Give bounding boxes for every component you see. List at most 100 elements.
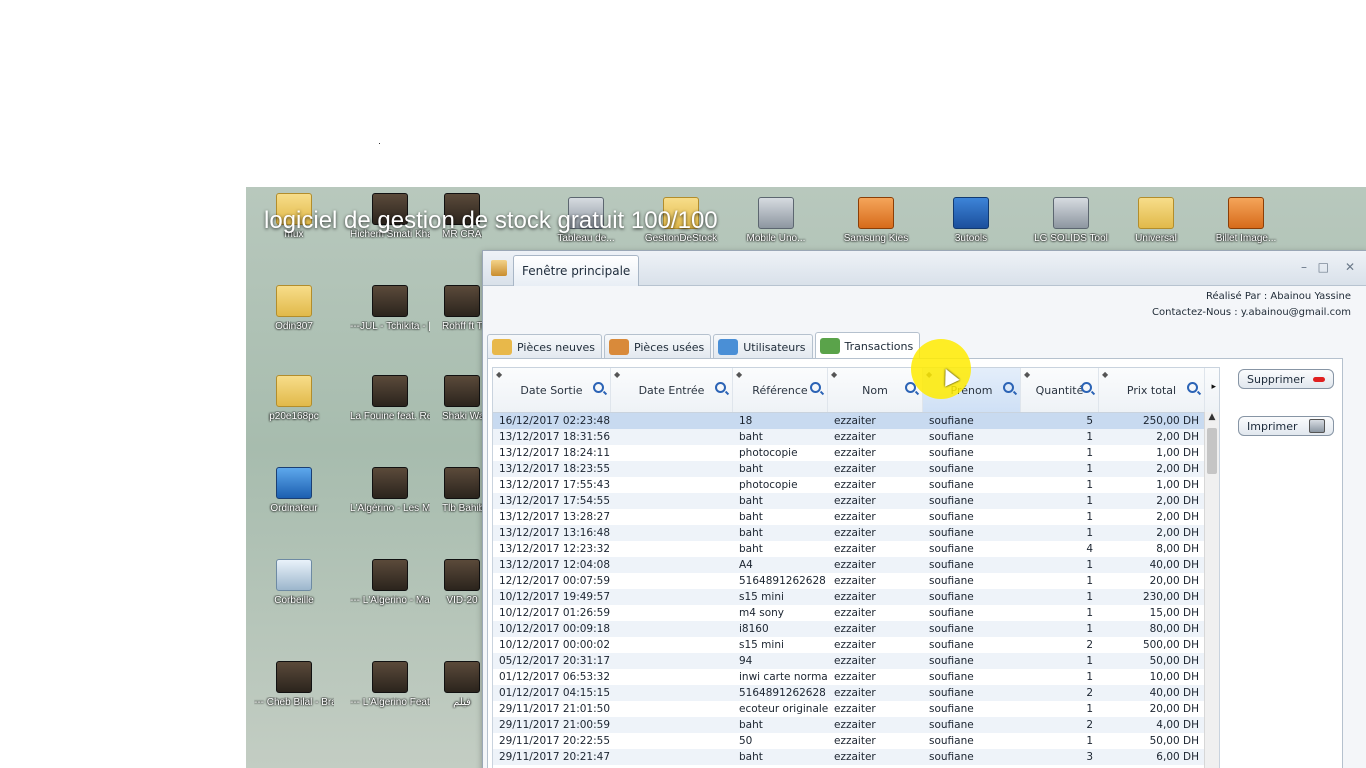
desktop-icon[interactable]: Ordinateur [254, 467, 334, 515]
table-cell [611, 493, 733, 509]
maximize-button[interactable]: □ [1318, 260, 1329, 274]
table-row[interactable]: 05/12/2017 20:31:17 94 ezzaiter soufiane 1 50… [493, 653, 1219, 669]
column-header[interactable]: ◆ Nom [828, 368, 923, 412]
table-row[interactable]: 13/12/2017 12:23:32 baht ezzaiter soufiane 4… [493, 541, 1219, 557]
desktop-icon[interactable]: VID-20 [442, 559, 482, 607]
table-cell: soufiane [929, 447, 974, 459]
table-cell: 1 [1086, 511, 1093, 523]
desktop-icon[interactable]: Shaki Waka [442, 375, 482, 423]
table-cell [611, 637, 733, 653]
column-header[interactable]: ◆ Référence [733, 368, 828, 412]
desktop-icon-label: 3utools [954, 233, 988, 244]
desktop-icon[interactable]: p20e168pc [254, 375, 334, 423]
column-header[interactable]: ◆ Date Sortie [493, 368, 611, 412]
desktop-icon[interactable]: Billet Image... [1206, 197, 1286, 245]
desktop-icon-label: Mobile Uno... [746, 233, 806, 244]
table-row[interactable]: 12/12/2017 00:07:59 5164891262628 ezzaiter… [493, 573, 1219, 589]
sort-icon[interactable]: ◆ [1024, 370, 1030, 379]
search-icon[interactable] [715, 382, 726, 393]
table-cell: 12/12/2017 00:07:59 [499, 575, 611, 587]
tab-pi-ces-us-es[interactable]: Pièces usées [603, 334, 712, 359]
print-button[interactable]: Imprimer [1238, 416, 1334, 436]
desktop-icon[interactable]: --- L'Algerino - Marrakech Sai... [350, 559, 430, 607]
column-header-label: Quantité [1035, 383, 1084, 397]
minimize-button[interactable]: – [1301, 260, 1307, 274]
column-header[interactable]: ◆ Date Entrée [611, 368, 733, 412]
sort-icon[interactable]: ◆ [831, 370, 837, 379]
table-row[interactable]: 29/11/2017 20:22:55 50 ezzaiter soufiane 1 50… [493, 733, 1219, 749]
printer-icon [1309, 419, 1325, 433]
desktop-icon[interactable]: L'Algérino - Les Menottes (Cl... [350, 467, 430, 515]
table-row[interactable]: 29/11/2017 21:00:59 baht ezzaiter soufiane 2… [493, 717, 1219, 733]
table-cell [611, 669, 733, 685]
table-row[interactable]: 13/12/2017 17:54:55 baht ezzaiter soufiane 1… [493, 493, 1219, 509]
table-row[interactable]: 01/12/2017 06:53:32 inwi carte normal ezza… [493, 669, 1219, 685]
tab-pi-ces-neuves[interactable]: Pièces neuves [487, 334, 602, 359]
table-row[interactable]: 13/12/2017 18:31:56 baht ezzaiter soufiane 1… [493, 429, 1219, 445]
column-header[interactable]: ◆ Prix total [1099, 368, 1205, 412]
table-row[interactable]: 16/12/2017 02:23:48 18 ezzaiter soufiane 5 25… [493, 413, 1219, 429]
table-row[interactable]: 13/12/2017 18:23:55 baht ezzaiter soufiane 1… [493, 461, 1219, 477]
table-cell: ezzaiter [834, 623, 876, 635]
table-row[interactable]: 29/11/2017 21:01:50 ecoteur originale ezza… [493, 701, 1219, 717]
scroll-up-icon[interactable]: ▲ [1205, 412, 1219, 422]
desktop-icon[interactable]: Tlb Bahib [442, 467, 482, 515]
table-row[interactable]: 10/12/2017 01:26:59 m4 sony ezzaiter soufi… [493, 605, 1219, 621]
column-header[interactable]: ◆ Quantité [1021, 368, 1099, 412]
vertical-scrollbar[interactable]: ▲ [1204, 412, 1219, 768]
sort-icon[interactable]: ◆ [1102, 370, 1108, 379]
table-cell: 2 [1086, 639, 1093, 651]
table-row[interactable]: 29/11/2017 20:21:47 baht ezzaiter soufiane 3… [493, 749, 1219, 765]
delete-button[interactable]: Supprimer [1238, 369, 1334, 389]
desktop-icon[interactable]: ---JUL - Tchikita - [05] Album... [350, 285, 430, 333]
sort-icon[interactable]: ◆ [496, 370, 502, 379]
desktop-icon[interactable]: فيلم [442, 661, 482, 709]
table-row[interactable]: 10/12/2017 00:09:18 i8160 ezzaiter soufiane… [493, 621, 1219, 637]
table-row[interactable]: 13/12/2017 18:24:11 photocopie ezzaiter sou… [493, 445, 1219, 461]
search-icon[interactable] [1081, 382, 1092, 393]
table-cell: baht [739, 543, 763, 555]
table-row[interactable]: 01/12/2017 04:15:15 5164891262628 ezzaiter… [493, 685, 1219, 701]
table-row[interactable]: 13/12/2017 12:04:08 A4 ezzaiter soufiane 1 40… [493, 557, 1219, 573]
desktop-icon[interactable]: 3utools [931, 197, 1011, 245]
table-cell [611, 557, 733, 573]
desktop-icon[interactable]: --- Cheb Bilal - Bravo Alik - 20... [254, 661, 334, 709]
search-icon[interactable] [1003, 382, 1014, 393]
sort-icon[interactable]: ◆ [736, 370, 742, 379]
desktop-icon[interactable]: Mobile Uno... [736, 197, 816, 245]
table-row[interactable]: 10/12/2017 00:00:02 s15 mini ezzaiter soufi… [493, 637, 1219, 653]
desktop-icon[interactable]: LG SOLIDS Tool [1031, 197, 1111, 245]
table-row[interactable]: 13/12/2017 17:55:43 photocopie ezzaiter sou… [493, 477, 1219, 493]
desktop-icon[interactable]: --- L'Algerino Feat. Soso Man... [350, 661, 430, 709]
window-title[interactable]: Fenêtre principale [513, 255, 640, 286]
sort-icon[interactable]: ◆ [614, 370, 620, 379]
table-cell: 80,00 DH [1149, 623, 1199, 635]
desktop-icon-label: VID-20 [446, 595, 478, 606]
search-icon[interactable] [810, 382, 821, 393]
desktop-icon[interactable]: Samsung Kies [836, 197, 916, 245]
table-cell [611, 749, 733, 765]
scrollbar-thumb[interactable] [1207, 428, 1217, 474]
table-cell: 1 [1086, 479, 1093, 491]
table-cell: baht [739, 751, 763, 763]
table-cell: 13/12/2017 18:23:55 [499, 463, 611, 475]
table-cell: soufiane [929, 591, 974, 603]
desktop-icon[interactable]: Corbeille [254, 559, 334, 607]
table-row[interactable]: 10/12/2017 19:49:57 s15 mini ezzaiter soufi… [493, 589, 1219, 605]
close-button[interactable]: ✕ [1345, 260, 1355, 274]
search-icon[interactable] [593, 382, 604, 393]
tab-utilisateurs[interactable]: Utilisateurs [713, 334, 813, 359]
table-row[interactable]: 13/12/2017 13:28:27 baht ezzaiter soufiane 1… [493, 509, 1219, 525]
search-icon[interactable] [1187, 382, 1198, 393]
column-header-label: Référence [752, 383, 808, 397]
table-cell: 250,00 DH [1142, 415, 1199, 427]
desktop-icon[interactable]: Odin307 [254, 285, 334, 333]
table-cell: ezzaiter [834, 463, 876, 475]
tab-transactions[interactable]: Transactions [814, 332, 921, 359]
desktop-icon[interactable]: Universal [1116, 197, 1196, 245]
desktop-icon[interactable]: La Fouine feat. Reda Taliani - ... [350, 375, 430, 423]
table-row[interactable]: 13/12/2017 13:16:48 baht ezzaiter soufiane 1… [493, 525, 1219, 541]
desktop-icon-label: --- L'Algerino - Marrakech Sai... [350, 595, 430, 606]
scroll-right-icon[interactable]: ▸ [1211, 382, 1216, 392]
desktop-icon[interactable]: Rohff ft Thug [442, 285, 482, 333]
